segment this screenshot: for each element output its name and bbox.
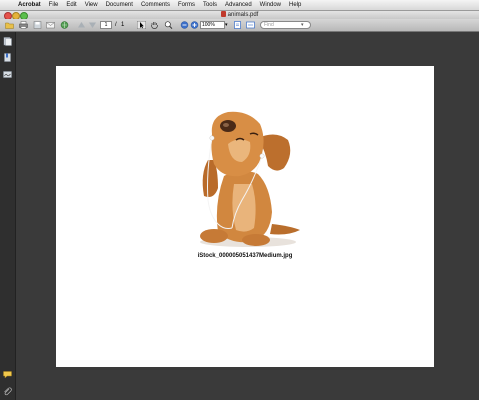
menu-view[interactable]: View <box>85 0 98 10</box>
zoom-dropdown-arrow-icon[interactable]: ▾ <box>225 21 228 29</box>
page-total: 1 <box>121 22 125 28</box>
navigation-pane <box>0 32 16 400</box>
menu-bar: Acrobat File Edit View Document Comments… <box>0 0 479 11</box>
puppy-with-headphones-image <box>200 111 300 247</box>
page-number-input[interactable]: 1 <box>100 21 112 29</box>
zoom-tool-icon[interactable] <box>164 21 173 29</box>
menu-window[interactable]: Window <box>260 0 281 10</box>
open-folder-icon[interactable] <box>5 21 14 29</box>
fit-page-icon[interactable] <box>233 21 242 29</box>
menu-edit[interactable]: Edit <box>66 0 76 10</box>
window-title: animals.pdf <box>0 11 479 19</box>
print-icon[interactable] <box>19 21 28 29</box>
toolbar: 1 / 1 100% ▾ Find ▾ <box>0 19 479 32</box>
fit-width-icon[interactable] <box>246 21 255 29</box>
menu-help[interactable]: Help <box>289 0 301 10</box>
menu-document[interactable]: Document <box>106 0 133 10</box>
pages-panel-icon[interactable] <box>3 37 12 46</box>
zoom-in-icon[interactable] <box>190 21 199 29</box>
comments-panel-icon[interactable] <box>3 370 12 379</box>
find-options-arrow-icon[interactable]: ▾ <box>301 21 304 29</box>
menu-tools[interactable]: Tools <box>203 0 217 10</box>
zoom-out-icon[interactable] <box>180 21 189 29</box>
image-caption: iStock_000005051437Medium.jpg <box>197 253 293 259</box>
previous-page-icon[interactable] <box>77 21 86 29</box>
page-separator: / <box>115 22 117 28</box>
save-icon[interactable] <box>33 21 42 29</box>
menu-comments[interactable]: Comments <box>141 0 170 10</box>
hand-tool-icon[interactable] <box>150 21 159 29</box>
menu-file[interactable]: File <box>49 0 59 10</box>
signatures-panel-icon[interactable] <box>3 70 12 79</box>
window-title-text: animals.pdf <box>227 12 259 18</box>
attachments-panel-icon[interactable] <box>3 387 12 396</box>
next-page-icon[interactable] <box>88 21 97 29</box>
window-title-bar: animals.pdf <box>0 11 479 20</box>
menu-advanced[interactable]: Advanced <box>225 0 252 10</box>
collaborate-icon[interactable] <box>60 21 69 29</box>
zoom-level-select[interactable]: 100% <box>200 21 225 29</box>
menu-forms[interactable]: Forms <box>178 0 195 10</box>
bookmarks-panel-icon[interactable] <box>3 53 12 62</box>
menu-acrobat[interactable]: Acrobat <box>18 0 41 10</box>
pdf-file-icon <box>220 11 226 17</box>
select-cursor-icon[interactable] <box>137 21 146 29</box>
email-icon[interactable] <box>46 21 55 29</box>
